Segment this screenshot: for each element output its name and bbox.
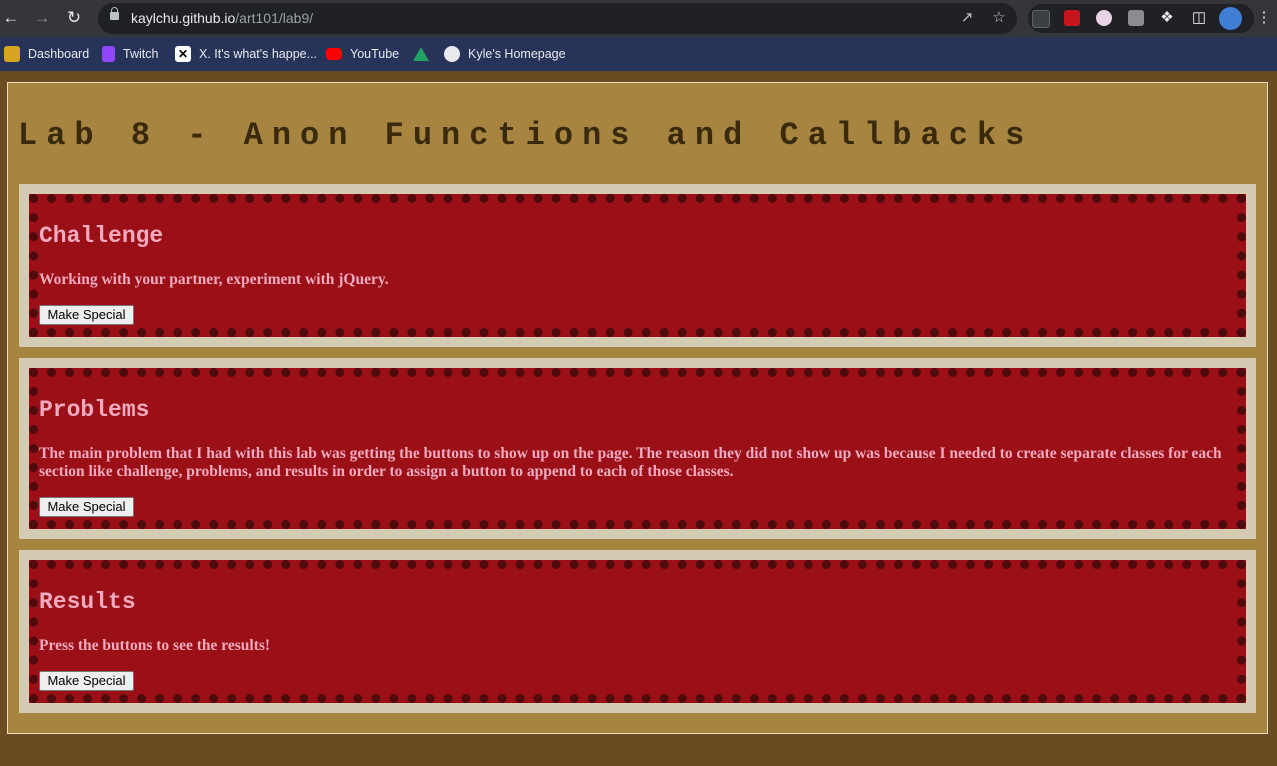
- side-panel-icon[interactable]: ◫: [1189, 8, 1209, 28]
- globe-icon: [444, 46, 460, 62]
- problems-section: Problems The main problem that I had wit…: [19, 358, 1256, 539]
- bookmark-google-drive[interactable]: [413, 45, 437, 63]
- extension-icon[interactable]: [1128, 10, 1144, 26]
- extension-icon[interactable]: [1064, 10, 1080, 26]
- results-section: Results Press the buttons to see the res…: [19, 550, 1256, 713]
- section-title: Results: [39, 589, 136, 615]
- arrow-right-icon: →: [33, 8, 51, 27]
- results-section-body: Results Press the buttons to see the res…: [29, 560, 1246, 703]
- url-path: /art101/lab9/: [235, 10, 314, 26]
- section-title: Problems: [39, 397, 150, 423]
- bookmark-label: YouTube: [350, 47, 400, 61]
- bookmark-label: Twitch: [123, 47, 159, 61]
- reload-button[interactable]: ↻: [63, 7, 85, 29]
- bookmark-kyles-homepage[interactable]: Kyle's Homepage: [444, 45, 566, 63]
- bookmark-label: Dashboard: [28, 47, 90, 61]
- page-title: Lab 8 - Anon Functions and Callbacks: [18, 117, 1034, 154]
- lock-icon: [110, 7, 119, 20]
- dashboard-favicon-icon: [4, 46, 20, 62]
- make-special-button[interactable]: Make Special: [39, 305, 134, 325]
- profile-avatar[interactable]: [1219, 7, 1242, 30]
- youtube-icon: [326, 48, 342, 60]
- bookmark-x[interactable]: ✕ X. It's what's happe...: [175, 45, 317, 63]
- section-text: Press the buttons to see the results!: [39, 637, 271, 654]
- url-text[interactable]: kaylchu.github.io/art101/lab9/: [131, 10, 313, 26]
- url-host: kaylchu.github.io: [131, 10, 236, 26]
- puzzle-icon[interactable]: ❖: [1157, 8, 1177, 28]
- bookmark-youtube[interactable]: YouTube: [326, 45, 399, 63]
- bookmark-dashboard[interactable]: Dashboard: [4, 45, 89, 63]
- back-button[interactable]: ←: [0, 7, 22, 29]
- challenge-section: Challenge Working with your partner, exp…: [19, 184, 1256, 347]
- extension-icon[interactable]: [1032, 10, 1050, 28]
- google-drive-icon: [413, 47, 429, 61]
- make-special-button[interactable]: Make Special: [39, 497, 134, 517]
- x-logo-icon: ✕: [175, 46, 191, 62]
- bookmarks-bar: Dashboard Twitch ✕ X. It's what's happe.…: [0, 37, 1277, 71]
- challenge-section-body: Challenge Working with your partner, exp…: [29, 194, 1246, 337]
- extension-icon[interactable]: [1096, 10, 1112, 26]
- section-text: The main problem that I had with this la…: [39, 445, 1222, 480]
- address-bar[interactable]: kaylchu.github.io/art101/lab9/ ↗ ☆: [98, 3, 1017, 34]
- kebab-menu-icon[interactable]: ⋮: [1254, 8, 1274, 28]
- bookmark-label: Kyle's Homepage: [468, 47, 566, 61]
- share-icon[interactable]: ↗: [957, 8, 977, 28]
- section-text: Working with your partner, experiment wi…: [39, 271, 389, 288]
- arrow-left-icon: ←: [2, 8, 20, 27]
- page-container: Lab 8 - Anon Functions and Callbacks Cha…: [7, 82, 1268, 734]
- bookmark-label: X. It's what's happe...: [199, 47, 318, 61]
- problems-section-body: Problems The main problem that I had wit…: [29, 368, 1246, 529]
- section-title: Challenge: [39, 223, 164, 249]
- forward-button[interactable]: →: [31, 7, 53, 29]
- bookmark-twitch[interactable]: Twitch: [102, 45, 158, 63]
- twitch-icon: [102, 46, 115, 62]
- make-special-button[interactable]: Make Special: [39, 671, 134, 691]
- reload-icon: ↻: [66, 8, 82, 27]
- browser-toolbar: ← → ↻ kaylchu.github.io/art101/lab9/ ↗ ☆…: [0, 0, 1277, 37]
- extensions-tray: ❖ ◫: [1028, 4, 1254, 33]
- star-icon[interactable]: ☆: [989, 8, 1009, 28]
